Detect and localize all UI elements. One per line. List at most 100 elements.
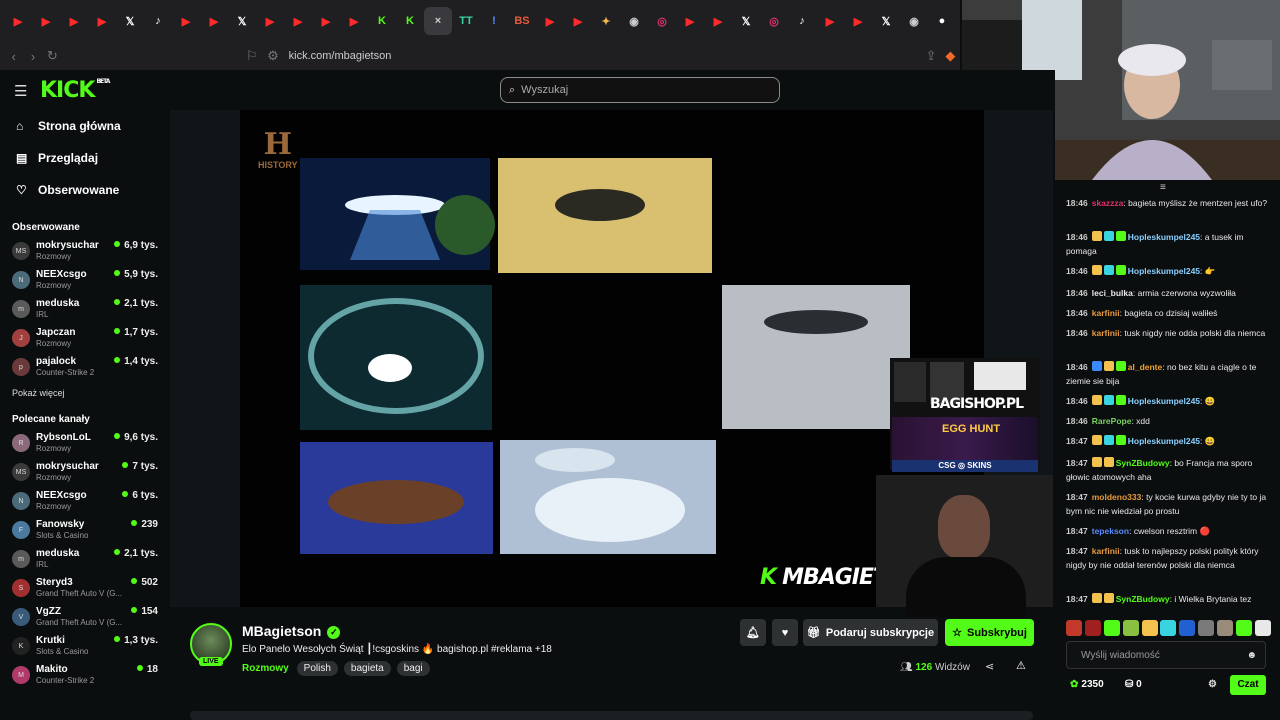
browser-tab[interactable]: ▶ [4, 7, 32, 35]
tag-bagi[interactable]: bagi [396, 661, 430, 676]
browser-tab[interactable]: ◎ [648, 7, 676, 35]
chat-username[interactable]: Hopleskumpel245 [1128, 436, 1200, 446]
browser-tab[interactable]: ! [480, 7, 508, 35]
chat-message-input[interactable]: Wyślij wiadomość ☻ [1066, 641, 1266, 669]
browser-tab[interactable]: TT [452, 7, 480, 35]
emote-icon[interactable] [1141, 620, 1158, 636]
browser-tab[interactable]: K [368, 7, 396, 35]
nav-item-1[interactable]: ▤ Przeglądaj [0, 142, 170, 174]
share-icon[interactable]: ⋖ [985, 660, 994, 673]
emote-icon[interactable] [1198, 620, 1215, 636]
emote-icon[interactable] [1084, 620, 1101, 636]
channel-item[interactable]: p pajalock Counter-Strike 2 1,4 tys. [0, 353, 170, 382]
browser-tab[interactable]: ▶ [284, 7, 312, 35]
emote-icon[interactable] [1217, 620, 1234, 636]
browser-tab[interactable]: BS [508, 7, 536, 35]
browser-tab[interactable]: 𝕏 [116, 7, 144, 35]
boxes-count[interactable]: ⛁ 0 [1125, 679, 1142, 690]
browser-tab[interactable]: ▶ [564, 7, 592, 35]
chat-username[interactable]: Hopleskumpel245 [1128, 266, 1200, 276]
chat-username[interactable]: moldeno333 [1092, 492, 1142, 502]
chat-username[interactable]: SynZBudowy [1116, 458, 1170, 468]
channel-item[interactable]: J Japczan Rozmowy 1,7 tys. [0, 324, 170, 353]
channel-item[interactable]: S Steryd3 Grand Theft Auto V (G... 502 [0, 574, 170, 603]
chat-username[interactable]: karfinii [1092, 308, 1120, 318]
browser-tab[interactable]: ▶ [32, 7, 60, 35]
chat-username[interactable]: tepekson [1092, 526, 1129, 536]
browser-tab[interactable]: ◉ [900, 7, 928, 35]
chat-username[interactable]: skazzza [1092, 198, 1124, 208]
browser-tab[interactable]: ▶ [200, 7, 228, 35]
browser-tab[interactable]: ▶ [312, 7, 340, 35]
site-settings-icon[interactable]: ⚙ [263, 48, 282, 64]
notification-bell-button[interactable]: 🔔︎ [740, 619, 766, 646]
browser-tab[interactable]: ♪ [788, 7, 816, 35]
search-input[interactable]: ⌕ Wyszukaj [500, 77, 780, 103]
forward-icon[interactable]: › [23, 49, 42, 64]
video-player[interactable]: H HISTORY K MBAGIETSON BAGISHOP.PL EGG H… [170, 110, 1053, 617]
browser-tab[interactable]: ▶ [88, 7, 116, 35]
url-text[interactable]: kick.com/mbagietson [289, 50, 392, 62]
channel-item[interactable]: N NEEXcsgo Rozmowy 6 tys. [0, 487, 170, 516]
channel-item[interactable]: N NEEXcsgo Rozmowy 5,9 tys. [0, 266, 170, 295]
channel-item[interactable]: M Makito Counter-Strike 2 18 [0, 661, 170, 690]
browser-tab[interactable]: ▶ [536, 7, 564, 35]
emote-icon[interactable] [1160, 620, 1177, 636]
emote-icon[interactable] [1122, 620, 1139, 636]
channel-item[interactable]: F Fanowsky Slots & Casino 239 [0, 516, 170, 545]
browser-tab[interactable]: × [424, 7, 452, 35]
nav-item-0[interactable]: ⌂ Strona główna [0, 110, 170, 142]
emote-icon[interactable] [1254, 620, 1271, 636]
chat-username[interactable]: RarePope [1092, 416, 1132, 426]
browser-tab[interactable]: ◎ [760, 7, 788, 35]
channel-item[interactable]: R RybsonLoL Rozmowy 9,6 tys. [0, 429, 170, 458]
chat-drag-handle-icon[interactable]: ≡ [1160, 182, 1166, 193]
chat-username[interactable]: al_dente [1128, 362, 1163, 372]
chat-username[interactable]: leci_bulka [1092, 288, 1133, 298]
tag-polish[interactable]: Polish [296, 661, 338, 676]
tag-bagieta[interactable]: bagieta [343, 661, 391, 676]
report-icon[interactable]: ⚠ [1016, 659, 1026, 672]
reload-icon[interactable]: ↻ [43, 48, 62, 64]
emote-icon[interactable] [1236, 620, 1253, 636]
browser-tab[interactable]: ♪ [144, 7, 172, 35]
emote-icon[interactable] [1103, 620, 1120, 636]
menu-icon[interactable]: ☰ [14, 82, 27, 100]
browser-tab[interactable]: K [396, 7, 424, 35]
channel-item[interactable]: m meduska IRL 2,1 tys. [0, 295, 170, 324]
kick-logo[interactable]: KICK BETA [40, 78, 110, 103]
chat-username[interactable]: Hopleskumpel245 [1128, 396, 1200, 406]
chat-username[interactable]: Hopleskumpel245 [1128, 232, 1200, 242]
channel-item[interactable]: m meduska IRL 2,1 tys. [0, 545, 170, 574]
chat-username[interactable]: SynZBudowy [1116, 594, 1170, 604]
browser-tab[interactable]: ▶ [340, 7, 368, 35]
bookmark-icon[interactable]: ⚐ [242, 48, 261, 64]
subscribe-button[interactable]: ☆ Subskrybuj [945, 619, 1034, 646]
browser-tab[interactable]: 𝕏 [732, 7, 760, 35]
channel-item[interactable]: V VgZZ Grand Theft Auto V (G... 154 [0, 603, 170, 632]
browser-tab[interactable]: ▶ [172, 7, 200, 35]
back-icon[interactable]: ‹ [4, 49, 23, 64]
chat-username[interactable]: karfinii [1092, 328, 1120, 338]
follow-button[interactable]: ♥ [772, 619, 798, 646]
browser-tab[interactable]: ▶ [256, 7, 284, 35]
video-frame[interactable]: H HISTORY K MBAGIETSON [240, 110, 984, 607]
browser-tab[interactable]: ▶ [60, 7, 88, 35]
brave-shield-icon[interactable]: ◆ [941, 48, 960, 64]
browser-tab[interactable]: ▶ [704, 7, 732, 35]
share-page-icon[interactable]: ⇪ [921, 48, 940, 64]
channel-item[interactable]: K Krutki Slots & Casino 1,3 tys. [0, 632, 170, 661]
nav-item-2[interactable]: ♡ Obserwowane [0, 174, 170, 206]
streamer-name[interactable]: MBagietson ✓ [242, 623, 341, 639]
emote-icon[interactable] [1066, 620, 1082, 636]
stream-category[interactable]: Rozmowy [242, 663, 289, 674]
channel-points[interactable]: ✿ 2350 [1070, 679, 1104, 690]
send-chat-button[interactable]: Czat [1230, 675, 1266, 695]
chat-username[interactable]: karfinii [1092, 546, 1120, 556]
emoji-icon[interactable]: ☻ [1246, 650, 1257, 661]
show-more-link[interactable]: Pokaż więcej [0, 388, 170, 398]
browser-tab[interactable]: ▶ [676, 7, 704, 35]
browser-tab[interactable]: ● [928, 7, 956, 35]
chat-settings-icon[interactable]: ⚙ [1208, 679, 1217, 690]
browser-tab[interactable]: 𝕏 [228, 7, 256, 35]
